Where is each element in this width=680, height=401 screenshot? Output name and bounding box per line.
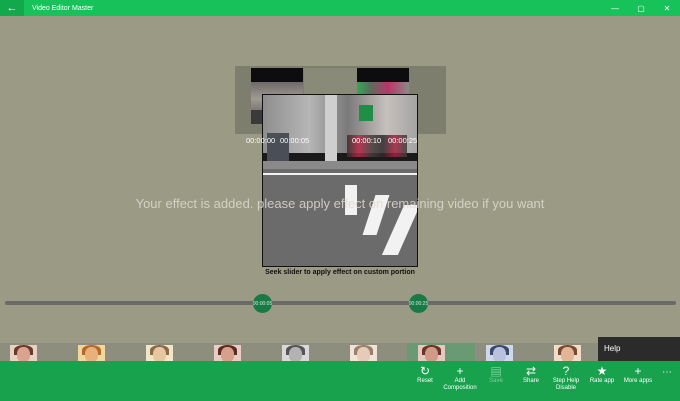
face-shape xyxy=(425,347,438,362)
face-shape xyxy=(85,347,98,362)
face-shape xyxy=(221,347,234,362)
command-bar: ↻ Reset + Add Composition ▤ Save ⇄ Share… xyxy=(0,361,680,401)
title-bar: ← Video Editor Master — ▢ ✕ xyxy=(0,0,680,16)
timeline-gap xyxy=(304,68,357,94)
reset-label: Reset xyxy=(417,378,433,384)
plus-icon: + xyxy=(634,364,642,378)
slider-end-label: 00:00:25 xyxy=(408,300,429,307)
face-shape xyxy=(289,347,302,362)
share-label: Share xyxy=(522,378,539,384)
close-icon: ✕ xyxy=(663,3,671,13)
video-preview[interactable] xyxy=(262,94,418,267)
step-help-disable-label: Step Help Disable xyxy=(552,378,580,392)
save-button[interactable]: ▤ Save xyxy=(476,364,516,385)
rate-app-label: Rate app xyxy=(589,378,615,384)
more-apps-label: More apps xyxy=(623,378,653,384)
question-icon: ? xyxy=(562,364,570,378)
app-title: Video Editor Master xyxy=(32,4,94,12)
help-panel[interactable]: Help xyxy=(598,337,680,361)
thumbnail-sky xyxy=(357,68,409,82)
share-button[interactable]: ⇄ Share xyxy=(511,364,551,385)
slider-start-label: 00:00:05 xyxy=(252,300,273,307)
back-button[interactable]: ← xyxy=(0,0,24,16)
slider-start-handle[interactable]: 00:00:05 xyxy=(253,294,272,313)
preview-pillar xyxy=(325,95,337,165)
seek-hint: Seek slider to apply effect on custom po… xyxy=(265,269,415,276)
face-shape xyxy=(17,347,30,362)
help-label: Help xyxy=(604,344,621,353)
minimize-button[interactable]: — xyxy=(602,0,628,16)
status-message: Your effect is added. please apply effec… xyxy=(135,196,545,211)
editor-canvas: 00:00:00 00:00:05 00:00:10 00:00:25 Your… xyxy=(0,16,680,340)
thumbnail-sky xyxy=(251,68,303,82)
reset-icon: ↻ xyxy=(419,364,431,378)
minimize-icon: — xyxy=(611,3,619,13)
step-help-disable-button[interactable]: ? Step Help Disable xyxy=(546,364,586,392)
face-shape xyxy=(153,347,166,362)
maximize-icon: ▢ xyxy=(637,3,645,13)
road-line xyxy=(263,173,417,175)
close-button[interactable]: ✕ xyxy=(654,0,680,16)
plus-icon: + xyxy=(456,364,464,378)
star-icon: ★ xyxy=(596,364,608,378)
face-shape xyxy=(493,347,506,362)
save-icon: ▤ xyxy=(490,364,502,378)
face-shape xyxy=(357,347,370,362)
arrow-left-icon: ← xyxy=(6,2,18,14)
clip-timestamps: 00:00:00 00:00:05 00:00:10 00:00:25 xyxy=(246,136,436,146)
add-composition-button[interactable]: + Add Composition xyxy=(440,364,480,392)
timestamp-second: 00:00:05 xyxy=(280,136,310,145)
timestamp-end: 00:00:25 xyxy=(388,136,418,145)
timestamp-third: 00:00:10 xyxy=(352,136,382,145)
preview-sign xyxy=(359,105,373,121)
save-label: Save xyxy=(489,378,503,384)
rate-app-button[interactable]: ★ Rate app xyxy=(582,364,622,385)
effects-strip xyxy=(0,343,680,363)
preview-curb xyxy=(263,161,417,169)
more-apps-button[interactable]: + More apps xyxy=(618,364,658,385)
more-options-icon[interactable]: ⋯ xyxy=(662,367,672,378)
window-controls: — ▢ ✕ xyxy=(602,0,680,16)
share-icon: ⇄ xyxy=(525,364,537,378)
add-composition-label: Add Composition xyxy=(443,378,477,392)
reset-button[interactable]: ↻ Reset xyxy=(405,364,445,385)
timestamp-start: 00:00:00 xyxy=(246,136,276,145)
slider-end-handle[interactable]: 00:00:25 xyxy=(409,294,428,313)
face-shape xyxy=(561,347,574,362)
seek-slider-track[interactable] xyxy=(5,301,676,305)
maximize-button[interactable]: ▢ xyxy=(628,0,654,16)
